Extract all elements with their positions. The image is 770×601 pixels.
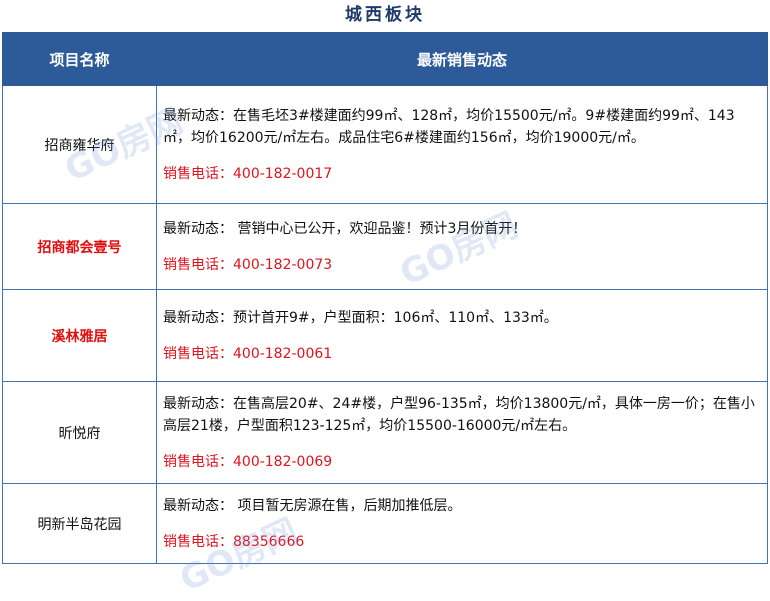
project-info: 最新动态：在售高层20#、24#楼，户型96-135㎡，均价13800元/㎡，具…	[156, 381, 768, 484]
table-header-row: 项目名称 最新销售动态	[2, 32, 768, 86]
news-text: 最新动态：预计首开9#，户型面积：106㎡、110㎡、133㎡。	[163, 309, 558, 326]
sales-phone: 销售电话：400-182-0069	[163, 453, 333, 470]
project-info: 最新动态：在售毛坯3#楼建面约99㎡、128㎡，均价15500元/㎡。9#楼建面…	[156, 85, 768, 204]
table-row: 招商都会壹号 最新动态： 营销中心已公开，欢迎品鉴！预计3月份首开！ 销售电话：…	[2, 203, 768, 290]
project-name: 招商都会壹号	[2, 203, 157, 290]
project-info: 最新动态： 营销中心已公开，欢迎品鉴！预计3月份首开！ 销售电话：400-182…	[156, 203, 768, 290]
news-text: 最新动态： 营销中心已公开，欢迎品鉴！预计3月份首开！	[163, 220, 527, 237]
page-title: 城西板块	[345, 5, 425, 25]
project-name: 明新半岛花园	[2, 483, 157, 564]
table-row: 招商雍华府 最新动态：在售毛坯3#楼建面约99㎡、128㎡，均价15500元/㎡…	[2, 85, 768, 204]
news-text: 最新动态：在售高层20#、24#楼，户型96-135㎡，均价13800元/㎡，具…	[163, 395, 755, 434]
header-latest-news: 最新销售动态	[156, 32, 768, 86]
sales-phone: 销售电话：400-182-0061	[163, 345, 333, 362]
sales-phone: 销售电话：400-182-0017	[163, 165, 333, 182]
table-row: 明新半岛花园 最新动态： 项目暂无房源在售，后期加推低层。 销售电话：88356…	[2, 483, 768, 564]
news-text: 最新动态： 项目暂无房源在售，后期加推低层。	[163, 497, 462, 514]
project-table: 项目名称 最新销售动态 招商雍华府 最新动态：在售毛坯3#楼建面约99㎡、128…	[2, 32, 768, 564]
sales-phone: 销售电话：400-182-0073	[163, 256, 333, 273]
header-project-name: 项目名称	[2, 32, 157, 86]
table-row: 昕悦府 最新动态：在售高层20#、24#楼，户型96-135㎡，均价13800元…	[2, 381, 768, 484]
news-text: 最新动态：在售毛坯3#楼建面约99㎡、128㎡，均价15500元/㎡。9#楼建面…	[163, 107, 735, 146]
project-info: 最新动态：预计首开9#，户型面积：106㎡、110㎡、133㎡。 销售电话：40…	[156, 289, 768, 382]
table-row: 溪林雅居 最新动态：预计首开9#，户型面积：106㎡、110㎡、133㎡。 销售…	[2, 289, 768, 382]
project-name: 招商雍华府	[2, 85, 157, 204]
project-name: 昕悦府	[2, 381, 157, 484]
project-info: 最新动态： 项目暂无房源在售，后期加推低层。 销售电话：88356666	[156, 483, 768, 564]
sales-phone: 销售电话：88356666	[163, 533, 305, 550]
project-name: 溪林雅居	[2, 289, 157, 382]
